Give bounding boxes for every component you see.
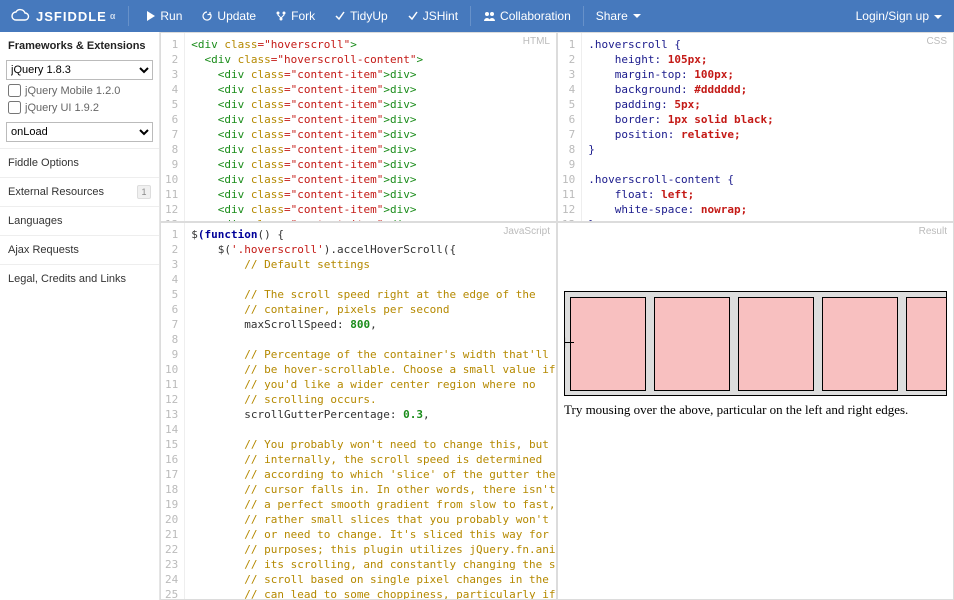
code-lines[interactable]: .hoverscroll { height: 105px; margin-top… [582, 33, 953, 221]
line-gutter: 1234567891011121314151617181920212223242… [161, 223, 185, 599]
check-icon [335, 11, 345, 21]
fork-icon [276, 11, 286, 21]
pane-label-js: JavaScript [503, 226, 550, 237]
collaboration-button[interactable]: Collaboration [473, 0, 581, 32]
content-item [738, 297, 814, 391]
main-layout: Frameworks & Extensions jQuery 1.8.3 jQu… [0, 32, 954, 600]
ext-jquery-ui[interactable]: jQuery UI 1.9.2 [0, 99, 159, 116]
fork-label: Fork [291, 9, 315, 23]
separator [470, 6, 471, 26]
tidyup-button[interactable]: TidyUp [325, 0, 398, 32]
count-badge: 1 [137, 185, 151, 199]
check-icon [408, 11, 418, 21]
pane-label-css: CSS [926, 36, 947, 47]
label: Ajax Requests [8, 244, 79, 256]
update-label: Update [217, 9, 256, 23]
pane-label-html: HTML [523, 36, 550, 47]
toolbar-actions: Run Update Fork TidyUp JSHint Collaborat… [137, 0, 650, 32]
play-icon [147, 11, 155, 21]
brand-text: JSFIDDLE [36, 9, 107, 24]
top-toolbar: JSFIDDLE α Run Update Fork TidyUp JSHint… [0, 0, 954, 32]
people-icon [483, 11, 495, 21]
onload-select[interactable]: onLoad [6, 122, 153, 142]
label: External Resources [8, 186, 104, 198]
separator [128, 6, 129, 26]
content-item [906, 297, 947, 391]
sidebar: Frameworks & Extensions jQuery 1.8.3 jQu… [0, 32, 160, 600]
line-gutter: 12345678910111213 [558, 33, 582, 221]
logo[interactable]: JSFIDDLE α [0, 8, 126, 25]
sidebar-languages[interactable]: Languages [0, 206, 159, 235]
code-lines[interactable]: <div class="hoverscroll"> <div class="ho… [185, 33, 556, 221]
label: Fiddle Options [8, 157, 79, 169]
ext2-label: jQuery UI 1.9.2 [25, 102, 99, 114]
run-label: Run [160, 9, 182, 23]
ext-jquery-mobile[interactable]: jQuery Mobile 1.2.0 [0, 82, 159, 99]
arrow-left-icon: ⊢ [564, 335, 575, 352]
login-label: Login/Sign up [856, 9, 929, 23]
label: Languages [8, 215, 62, 227]
code-lines[interactable]: $(function() { $('.hoverscroll').accelHo… [185, 223, 556, 599]
html-pane[interactable]: HTML 12345678910111213 <div class="hover… [160, 32, 557, 222]
share-button[interactable]: Share [586, 0, 651, 32]
pane-label-result: Result [919, 226, 947, 237]
fork-button[interactable]: Fork [266, 0, 325, 32]
hoverscroll-demo[interactable]: ⊢ [564, 291, 947, 396]
collab-label: Collaboration [500, 9, 571, 23]
jshint-button[interactable]: JSHint [398, 0, 468, 32]
toolbar-right: Login/Sign up [844, 0, 954, 32]
separator [583, 6, 584, 26]
jshint-label: JSHint [423, 9, 458, 23]
ext1-label: jQuery Mobile 1.2.0 [25, 85, 120, 97]
chevron-down-icon [934, 9, 942, 23]
cloud-icon [10, 8, 36, 25]
login-button[interactable]: Login/Sign up [844, 0, 954, 32]
share-label: Share [596, 9, 628, 23]
html-editor[interactable]: 12345678910111213 <div class="hoverscrol… [161, 33, 556, 221]
framework-select[interactable]: jQuery 1.8.3 [6, 60, 153, 80]
frameworks-heading: Frameworks & Extensions [0, 32, 159, 58]
js-editor[interactable]: 1234567891011121314151617181920212223242… [161, 223, 556, 599]
label: Legal, Credits and Links [8, 273, 126, 285]
update-button[interactable]: Update [192, 0, 266, 32]
result-pane: Result ⊢ Try mousing over the above, par… [557, 222, 954, 600]
sidebar-legal[interactable]: Legal, Credits and Links [0, 264, 159, 293]
content-item [654, 297, 730, 391]
result-body: ⊢ Try mousing over the above, particular… [558, 223, 953, 424]
sidebar-external-resources[interactable]: External Resources 1 [0, 177, 159, 206]
run-button[interactable]: Run [137, 0, 192, 32]
checkbox[interactable] [8, 84, 21, 97]
line-gutter: 12345678910111213 [161, 33, 185, 221]
sidebar-ajax-requests[interactable]: Ajax Requests [0, 235, 159, 264]
chevron-down-icon [633, 14, 641, 19]
alpha-badge: α [110, 11, 117, 21]
css-pane[interactable]: CSS 12345678910111213 .hoverscroll { hei… [557, 32, 954, 222]
editor-panes: HTML 12345678910111213 <div class="hover… [160, 32, 954, 600]
sidebar-fiddle-options[interactable]: Fiddle Options [0, 148, 159, 177]
result-caption: Try mousing over the above, particular o… [564, 402, 947, 418]
tidy-label: TidyUp [350, 9, 388, 23]
content-item [822, 297, 898, 391]
refresh-icon [202, 11, 212, 21]
checkbox[interactable] [8, 101, 21, 114]
hoverscroll-content [570, 297, 941, 391]
content-item [570, 297, 646, 391]
css-editor[interactable]: 12345678910111213 .hoverscroll { height:… [558, 33, 953, 221]
js-pane[interactable]: JavaScript 12345678910111213141516171819… [160, 222, 557, 600]
